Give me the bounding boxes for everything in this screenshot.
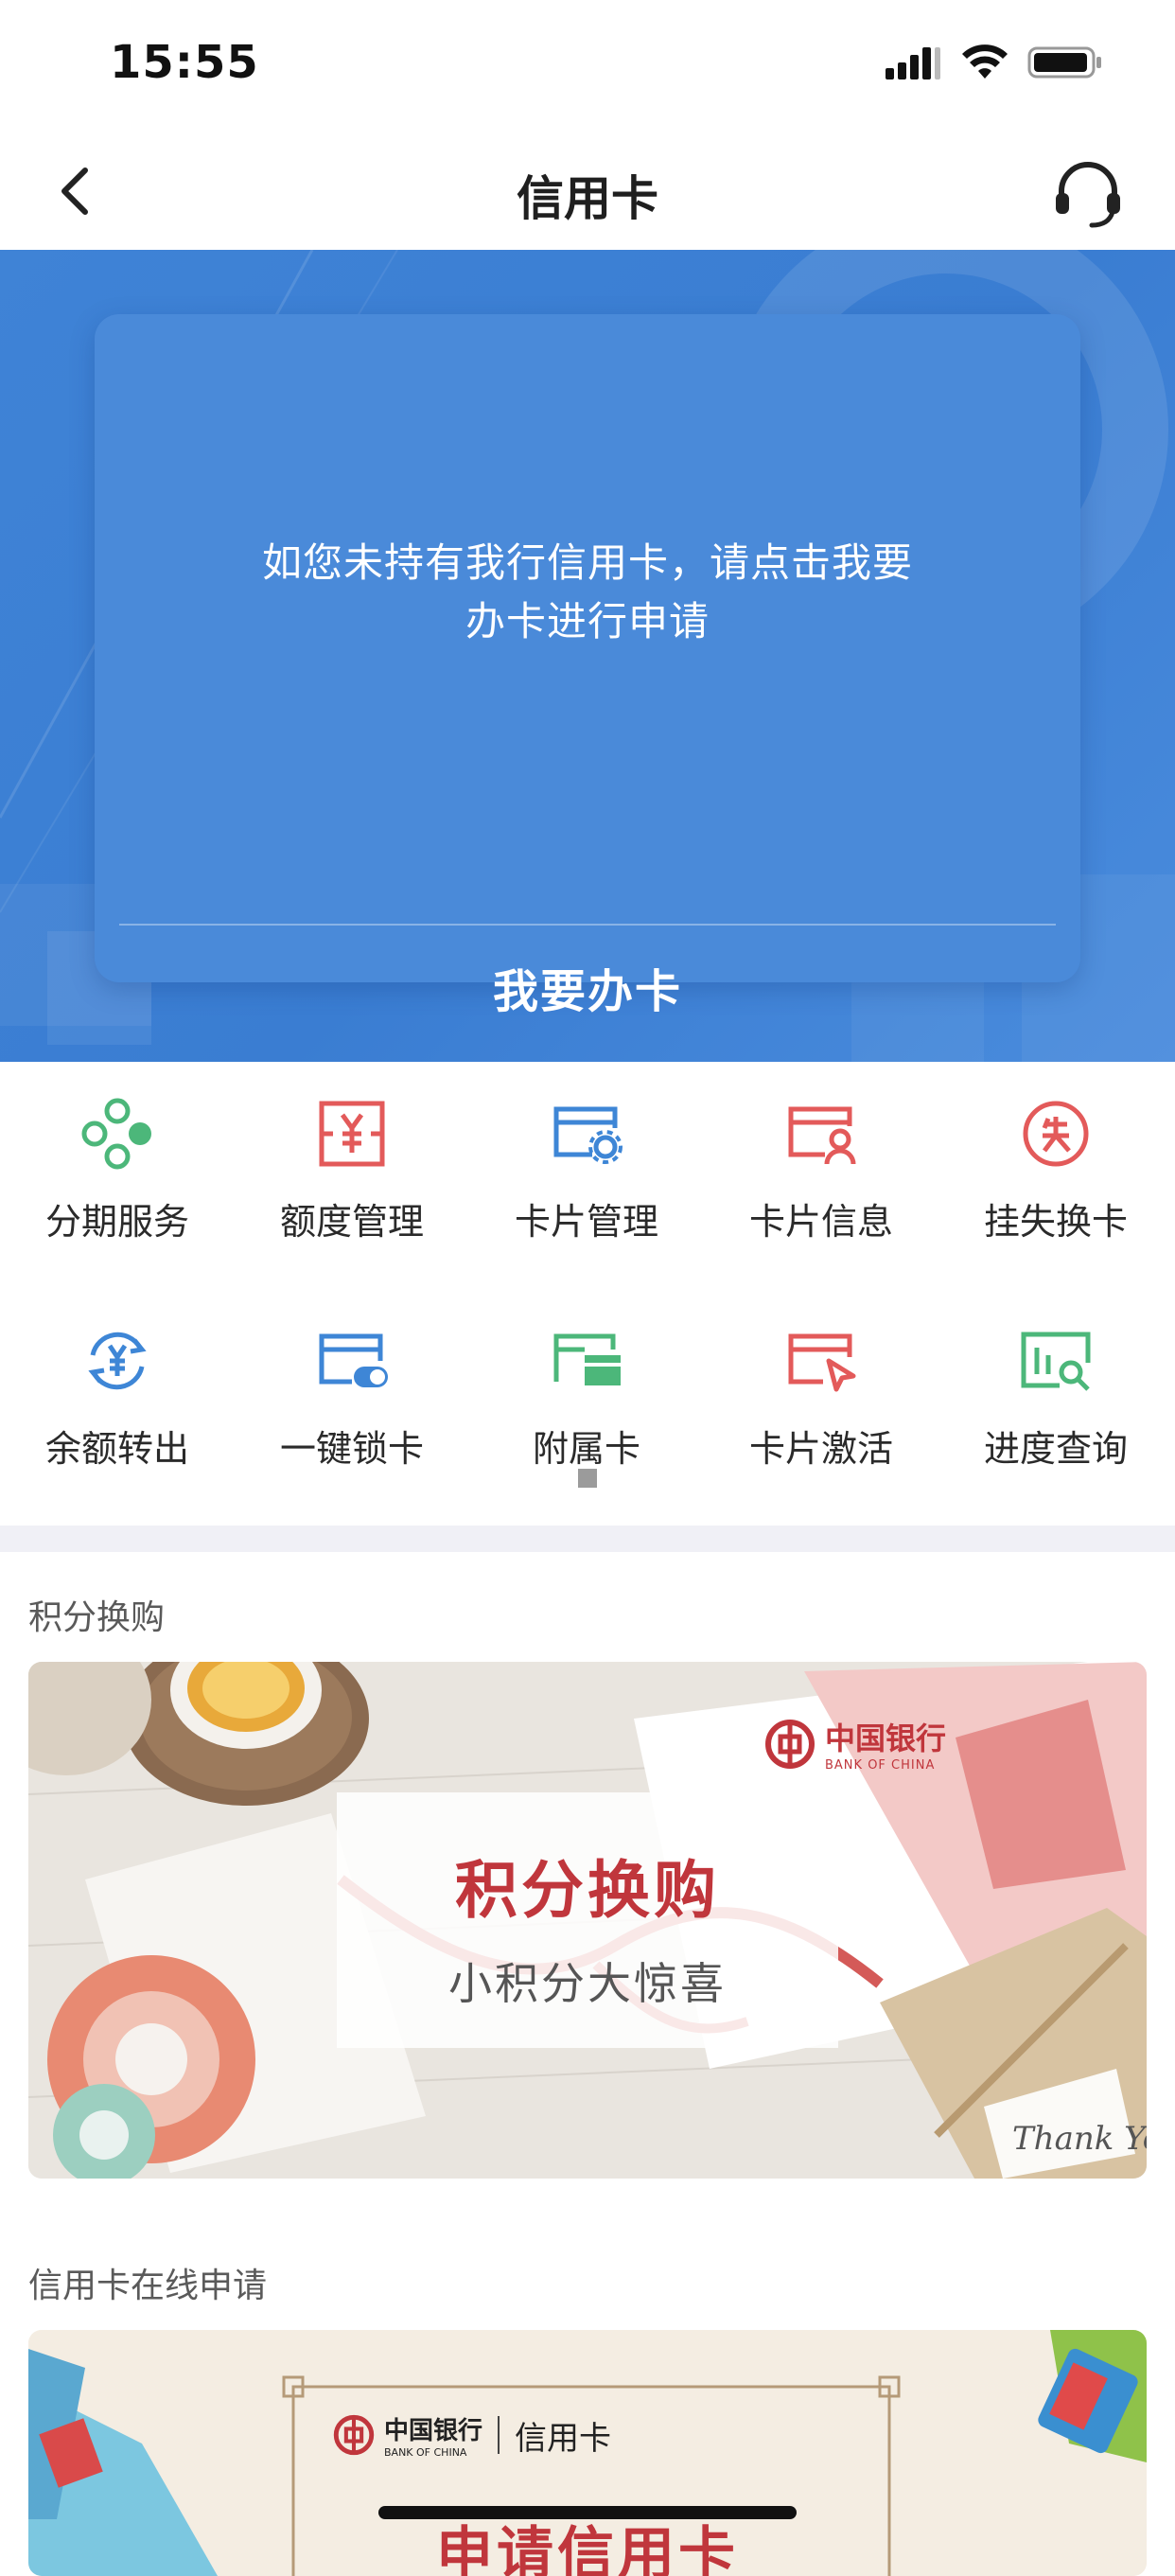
status-bar: 15:55 bbox=[0, 0, 1175, 132]
apply-prompt-line2: 办卡进行申请 bbox=[465, 598, 710, 644]
service-label: 余额转出 bbox=[44, 1428, 189, 1470]
card-settings-icon bbox=[553, 1106, 623, 1164]
card-user-icon bbox=[788, 1106, 856, 1165]
apply-prompt-message: 如您未持有我行信用卡，请点击我要 办卡进行申请 bbox=[208, 534, 967, 651]
status-icons bbox=[886, 44, 1103, 81]
service-label: 卡片管理 bbox=[514, 1201, 658, 1243]
service-label: 额度管理 bbox=[279, 1201, 424, 1243]
report-loss-icon bbox=[1023, 1101, 1089, 1167]
card-divider bbox=[119, 924, 1056, 926]
page-title: 信用卡 bbox=[517, 171, 658, 226]
service-label: 分期服务 bbox=[44, 1201, 189, 1243]
card-label: 信用卡 bbox=[515, 2419, 612, 2458]
divider-bar bbox=[498, 2416, 500, 2454]
balance-transfer-icon bbox=[88, 1332, 147, 1390]
service-card-activation[interactable]: 卡片激活 bbox=[704, 1289, 938, 1478]
bank-name-en: BANK OF CHINA bbox=[384, 2446, 467, 2459]
service-label: 挂失换卡 bbox=[983, 1201, 1128, 1243]
points-banner-label: 积分换购 小积分大惊喜 bbox=[337, 1792, 838, 2048]
bank-of-china-logo-icon bbox=[765, 1719, 815, 1769]
points-banner-subtitle: 小积分大惊喜 bbox=[448, 1958, 727, 2009]
card-lock-icon bbox=[319, 1333, 388, 1387]
apply-card-panel: 如您未持有我行信用卡，请点击我要 办卡进行申请 我要办卡 bbox=[95, 314, 1080, 1018]
wifi-icon bbox=[962, 44, 1008, 79]
service-card-lock[interactable]: 一键锁卡 bbox=[235, 1289, 469, 1478]
status-time: 15:55 bbox=[110, 36, 259, 89]
apply-banner-logo: 中国银行 BANK OF CHINA 信用卡 bbox=[333, 2411, 611, 2459]
service-card-info[interactable]: 卡片信息 bbox=[704, 1062, 938, 1251]
supplementary-card-icon bbox=[553, 1333, 621, 1385]
credit-card-apply-banner[interactable]: 中国银行 BANK OF CHINA 信用卡 申请信用卡 bbox=[28, 2330, 1147, 2576]
home-indicator[interactable] bbox=[378, 2506, 797, 2519]
installment-icon bbox=[81, 1098, 151, 1170]
service-label: 附属卡 bbox=[532, 1428, 640, 1470]
navigation-bar: 信用卡 bbox=[0, 132, 1175, 250]
service-label: 进度查询 bbox=[983, 1428, 1128, 1470]
battery-icon bbox=[1027, 46, 1101, 79]
service-installment[interactable]: 分期服务 bbox=[0, 1062, 235, 1251]
service-label: 卡片激活 bbox=[748, 1428, 893, 1470]
points-section-title: 积分换购 bbox=[28, 1598, 166, 1637]
service-balance-transfer[interactable]: 余额转出 bbox=[0, 1289, 235, 1478]
points-banner-title: 积分换购 bbox=[455, 1854, 720, 1927]
bank-logo: 中国银行 BANK OF CHINA bbox=[764, 1715, 946, 1773]
hero-banner: 如您未持有我行信用卡，请点击我要 办卡进行申请 我要办卡 bbox=[0, 250, 1175, 1062]
bank-name-cn: 中国银行 bbox=[825, 1720, 947, 1756]
apply-prompt-line1: 如您未持有我行信用卡，请点击我要 bbox=[261, 539, 913, 586]
service-card-management[interactable]: 卡片管理 bbox=[469, 1062, 704, 1251]
bank-of-china-logo-icon bbox=[333, 2414, 375, 2456]
bank-name-cn: 中国银行 bbox=[384, 2417, 483, 2445]
thank-you-tag-text: Thank You bbox=[1012, 2120, 1147, 2158]
apply-card-button[interactable]: 我要办卡 bbox=[95, 954, 1080, 1020]
service-supplementary-card[interactable]: 附属卡 bbox=[469, 1289, 704, 1478]
service-label: 卡片信息 bbox=[748, 1201, 893, 1243]
limit-icon bbox=[319, 1101, 385, 1167]
card-activate-icon bbox=[788, 1333, 856, 1392]
service-grid: 分期服务 额度管理 卡片管理 卡片信息 挂失换卡 余额转出 一键锁卡 附属卡 卡… bbox=[0, 1062, 1175, 1526]
section-separator bbox=[0, 1526, 1175, 1552]
service-progress-query[interactable]: 进度查询 bbox=[938, 1289, 1173, 1478]
service-limit-management[interactable]: 额度管理 bbox=[235, 1062, 469, 1251]
points-redemption-banner[interactable]: Thank You 中国银行 BANK OF CHINA 积分换购 小积分大惊喜 bbox=[28, 1662, 1147, 2179]
service-report-loss[interactable]: 挂失换卡 bbox=[938, 1062, 1173, 1251]
customer-service-headset-icon[interactable] bbox=[1050, 155, 1126, 231]
service-label: 一键锁卡 bbox=[279, 1428, 424, 1470]
bank-name-en: BANK OF CHINA bbox=[825, 1758, 936, 1773]
cellular-signal-icon bbox=[886, 47, 940, 79]
apply-section-title: 信用卡在线申请 bbox=[28, 2267, 268, 2305]
page-indicator bbox=[578, 1469, 597, 1488]
progress-query-icon bbox=[1021, 1332, 1091, 1391]
